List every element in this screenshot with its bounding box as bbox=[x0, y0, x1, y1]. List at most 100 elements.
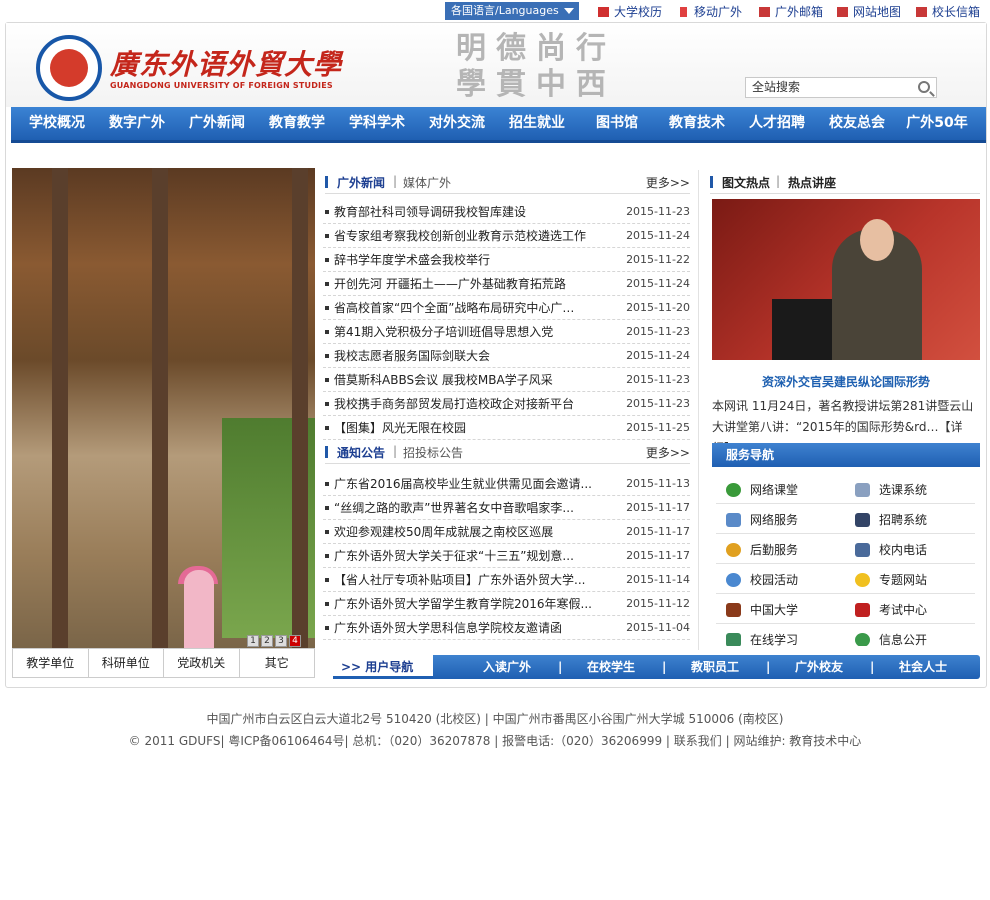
service-link[interactable]: 中国大学 bbox=[716, 596, 846, 624]
service-link[interactable]: 网络服务 bbox=[716, 506, 846, 534]
notice-title[interactable]: 广东省2016届高校毕业生就业供需见面会邀请... bbox=[334, 472, 609, 496]
search-icon[interactable] bbox=[918, 81, 930, 93]
lecture-photo[interactable] bbox=[712, 199, 980, 360]
service-link[interactable]: 后勤服务 bbox=[716, 536, 846, 564]
nav-item[interactable]: 对外交流 bbox=[417, 107, 497, 140]
top-link-mobile[interactable]: 移动广外 bbox=[676, 4, 742, 20]
notice-item[interactable]: 欢迎参观建校50周年成就展之南校区巡展 2015-11-17 bbox=[323, 520, 690, 544]
nav-item[interactable]: 人才招聘 bbox=[737, 107, 817, 140]
tab-other-units[interactable]: 其它 bbox=[240, 649, 315, 677]
service-link[interactable]: 校内电话 bbox=[845, 536, 975, 564]
notice-title[interactable]: 欢迎参观建校50周年成就展之南校区巡展 bbox=[334, 520, 609, 544]
news-title[interactable]: 我校志愿者服务国际剑联大会 bbox=[334, 344, 609, 368]
nav-item[interactable]: 教育技术 bbox=[657, 107, 737, 140]
campus-slideshow-image[interactable] bbox=[12, 168, 315, 648]
slide-dot[interactable]: 2 bbox=[261, 635, 273, 647]
tab-media-news[interactable]: 媒体广外 bbox=[403, 174, 451, 191]
top-link-president-mail[interactable]: 校长信箱 bbox=[914, 4, 980, 20]
user-nav-public[interactable]: 社会人士 bbox=[899, 655, 947, 679]
user-nav-students[interactable]: 在校学生 bbox=[587, 655, 635, 679]
notice-title[interactable]: 【省人社厅专项补贴项目】广东外语外贸大学... bbox=[334, 568, 609, 592]
university-logo[interactable] bbox=[36, 35, 102, 101]
top-link-sitemap[interactable]: 网站地图 bbox=[835, 4, 901, 20]
notice-title[interactable]: “丝绸之路的歌声”世界著名女中音歌唱家李... bbox=[334, 496, 609, 520]
tab-research-units[interactable]: 科研单位 bbox=[89, 649, 164, 677]
notice-item[interactable]: 广东外语外贸大学关于征求“十三五”规划意... 2015-11-17 bbox=[323, 544, 690, 568]
news-item[interactable]: 我校志愿者服务国际剑联大会 2015-11-24 bbox=[323, 344, 690, 368]
news-title[interactable]: 辞书学年度学术盛会我校举行 bbox=[334, 248, 609, 272]
news-item[interactable]: 借莫斯科ABBS会议 展我校MBA学子风采 2015-11-23 bbox=[323, 368, 690, 392]
girl-figure bbox=[184, 570, 214, 648]
nav-item[interactable]: 图书馆 bbox=[577, 107, 657, 140]
service-link[interactable]: 选课系统 bbox=[845, 476, 975, 504]
nav-item[interactable]: 学校概况 bbox=[17, 107, 97, 140]
notice-item[interactable]: 广东外语外贸大学留学生教育学院2016年寒假... 2015-11-12 bbox=[323, 592, 690, 616]
nav-item[interactable]: 教育教学 bbox=[257, 107, 337, 140]
notice-item[interactable]: 广东外语外贸大学思科信息学院校友邀请函 2015-11-04 bbox=[323, 616, 690, 640]
news-item[interactable]: 第41期入党积极分子培训班倡导思想入党 2015-11-23 bbox=[323, 320, 690, 344]
bullet-icon bbox=[325, 378, 329, 382]
tab-notices[interactable]: 通知公告 bbox=[337, 444, 385, 461]
slide-dot-active[interactable]: 4 bbox=[289, 635, 301, 647]
tab-admin-units[interactable]: 党政机关 bbox=[164, 649, 240, 677]
site-search-input[interactable]: 全站搜索 bbox=[745, 77, 937, 98]
nav-item[interactable]: 数字广外 bbox=[97, 107, 177, 140]
news-more-link[interactable]: 更多>> bbox=[646, 174, 690, 191]
news-title[interactable]: 省专家组考察我校创新创业教育示范校遴选工作 bbox=[334, 224, 609, 248]
tab-hot-lectures[interactable]: 热点讲座 bbox=[788, 174, 836, 191]
notice-title[interactable]: 广东外语外贸大学思科信息学院校友邀请函 bbox=[334, 616, 609, 640]
notice-item[interactable]: 【省人社厅专项补贴项目】广东外语外贸大学... 2015-11-14 bbox=[323, 568, 690, 592]
service-link[interactable]: 招聘系统 bbox=[845, 506, 975, 534]
news-title[interactable]: 省高校首家“四个全面”战略布局研究中心广… bbox=[334, 296, 609, 320]
nav-item[interactable]: 校友总会 bbox=[817, 107, 897, 140]
slideshow-pager: 1234 bbox=[247, 632, 303, 647]
nav-item[interactable]: 学科学术 bbox=[337, 107, 417, 140]
notices-more-link[interactable]: 更多>> bbox=[646, 444, 690, 461]
top-link-mail[interactable]: 广外邮箱 bbox=[757, 4, 823, 20]
service-link[interactable]: 信息公开 bbox=[845, 626, 975, 646]
news-title[interactable]: 第41期入党积极分子培训班倡导思想入党 bbox=[334, 320, 609, 344]
news-item[interactable]: 【图集】风光无限在校园 2015-11-25 bbox=[323, 416, 690, 440]
news-title[interactable]: 借莫斯科ABBS会议 展我校MBA学子风采 bbox=[334, 368, 609, 392]
tab-tenders[interactable]: 招投标公告 bbox=[403, 444, 463, 461]
photo-news-title[interactable]: 资深外交官吴建民纵论国际形势 bbox=[712, 373, 980, 390]
notice-item[interactable]: 广东省2016届高校毕业生就业供需见面会邀请... 2015-11-13 bbox=[323, 472, 690, 496]
news-title[interactable]: 开创先河 开疆拓土——广外基础教育拓荒路 bbox=[334, 272, 609, 296]
service-link[interactable]: 校园活动 bbox=[716, 566, 846, 594]
tab-campus-news[interactable]: 广外新闻 bbox=[337, 174, 385, 191]
news-item[interactable]: 我校携手商务部贸发局打造校政企对接新平台 2015-11-23 bbox=[323, 392, 690, 416]
slide-dot[interactable]: 3 bbox=[275, 635, 287, 647]
service-link[interactable]: 考试中心 bbox=[845, 596, 975, 624]
network-icon bbox=[726, 513, 741, 527]
table-icon bbox=[855, 483, 870, 497]
notice-title[interactable]: 广东外语外贸大学留学生教育学院2016年寒假... bbox=[334, 592, 609, 616]
news-title[interactable]: 【图集】风光无限在校园 bbox=[334, 416, 609, 440]
study-icon bbox=[726, 633, 741, 646]
notice-item[interactable]: “丝绸之路的歌声”世界著名女中音歌唱家李... 2015-11-17 bbox=[323, 496, 690, 520]
language-dropdown[interactable]: 各国语言/Languages bbox=[445, 2, 579, 20]
user-nav-staff[interactable]: 教职员工 bbox=[691, 655, 739, 679]
nav-item[interactable]: 广外新闻 bbox=[177, 107, 257, 140]
news-item[interactable]: 省专家组考察我校创新创业教育示范校遴选工作 2015-11-24 bbox=[323, 224, 690, 248]
notice-title[interactable]: 广东外语外贸大学关于征求“十三五”规划意... bbox=[334, 544, 609, 568]
news-title[interactable]: 教育部社科司领导调研我校智库建设 bbox=[334, 200, 609, 224]
nav-item[interactable]: 广外50年 bbox=[897, 107, 977, 140]
tab-teaching-units[interactable]: 教学单位 bbox=[13, 649, 89, 677]
top-link-calendar[interactable]: 大学校历 bbox=[596, 4, 662, 20]
logo-emblem bbox=[50, 49, 88, 87]
notice-date: 2015-11-17 bbox=[626, 549, 690, 562]
unit-tabs: 教学单位 科研单位 党政机关 其它 bbox=[12, 648, 315, 678]
news-item[interactable]: 辞书学年度学术盛会我校举行 2015-11-22 bbox=[323, 248, 690, 272]
tab-photo-hot[interactable]: 图文热点 bbox=[722, 174, 770, 191]
user-nav-alumni[interactable]: 广外校友 bbox=[795, 655, 843, 679]
news-item[interactable]: 开创先河 开疆拓土——广外基础教育拓荒路 2015-11-24 bbox=[323, 272, 690, 296]
news-item[interactable]: 省高校首家“四个全面”战略布局研究中心广… 2015-11-20 bbox=[323, 296, 690, 320]
news-title[interactable]: 我校携手商务部贸发局打造校政企对接新平台 bbox=[334, 392, 609, 416]
news-item[interactable]: 教育部社科司领导调研我校智库建设 2015-11-23 bbox=[323, 200, 690, 224]
service-link[interactable]: 在线学习 bbox=[716, 626, 846, 646]
nav-item[interactable]: 招生就业 bbox=[497, 107, 577, 140]
slide-dot[interactable]: 1 bbox=[247, 635, 259, 647]
service-link[interactable]: 网络课堂 bbox=[716, 476, 846, 504]
service-link[interactable]: 专题网站 bbox=[845, 566, 975, 594]
user-nav-prospective[interactable]: 入读广外 bbox=[483, 655, 531, 679]
